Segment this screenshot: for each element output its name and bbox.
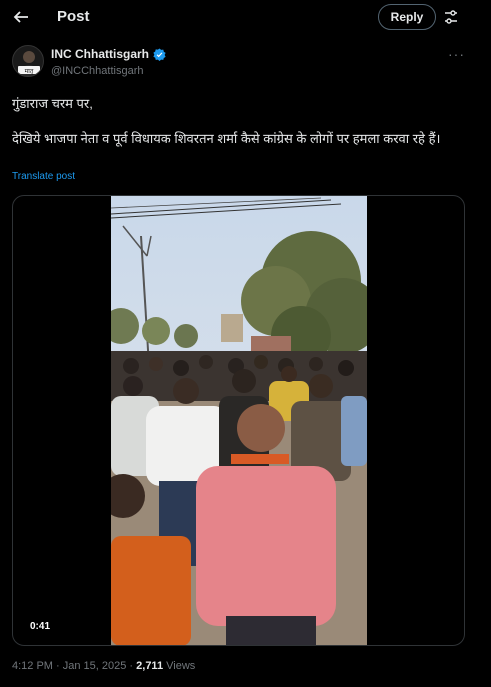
post-text-line2: देखिये भाजपा नेता व पूर्व विधायक शिवरतन … [12, 131, 441, 146]
back-arrow-icon[interactable] [12, 8, 32, 28]
author-handle[interactable]: @INCChhattisgarh [51, 65, 143, 77]
video-frame[interactable] [111, 196, 367, 645]
reply-button[interactable]: Reply [378, 4, 436, 30]
post-timestamp[interactable]: 4:12 PM · Jan 15, 2025 · [12, 660, 136, 672]
verified-badge-icon [153, 48, 166, 61]
avatar[interactable]: मातृ [12, 45, 44, 77]
video-player[interactable]: 0:41 [12, 195, 465, 646]
translate-post-link[interactable]: Translate post [12, 171, 75, 182]
svg-text:मातृ: मातृ [25, 68, 35, 75]
views-count: 2,711 [136, 660, 164, 672]
post-text-line1: गुंडाराज चरम पर, [12, 96, 93, 111]
video-duration: 0:41 [30, 621, 51, 632]
author-name[interactable]: INC Chhattisgarh [51, 47, 166, 61]
page-title: Post [57, 8, 90, 25]
views-label: Views [163, 660, 196, 672]
post-header: Post Reply [0, 0, 491, 36]
author-name-text[interactable]: INC Chhattisgarh [51, 47, 149, 61]
post-meta: 4:12 PM · Jan 15, 2025 · 2,711 Views [12, 660, 195, 672]
settings-sliders-icon[interactable] [443, 9, 459, 25]
more-icon[interactable]: ··· [448, 46, 465, 62]
